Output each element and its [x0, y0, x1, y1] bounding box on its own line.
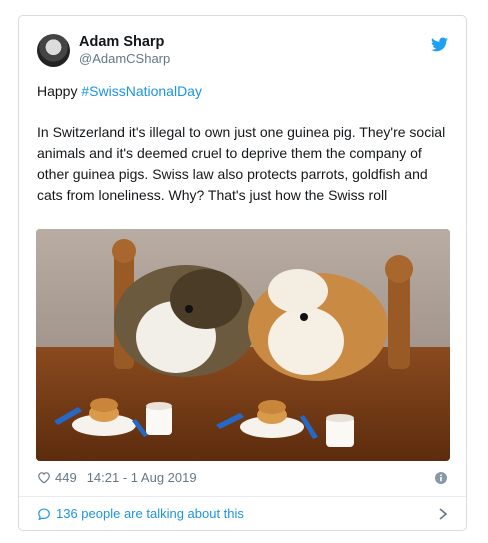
tweet-meta: 449 14:21 - 1 Aug 2019	[37, 470, 197, 485]
heart-icon[interactable]	[37, 471, 51, 484]
tweet-photo[interactable]	[36, 229, 450, 461]
timestamp[interactable]: 14:21 - 1 Aug 2019	[87, 470, 197, 485]
user-handle[interactable]: @AdamCSharp	[79, 51, 170, 66]
info-icon[interactable]	[435, 472, 447, 484]
footer-divider	[19, 496, 466, 497]
guinea-pigs-illustration	[36, 229, 450, 461]
tweet-body: In Switzerland it's illegal to own just …	[37, 124, 446, 203]
conversation-link[interactable]: 136 people are talking about this	[37, 506, 244, 521]
hashtag-link[interactable]: #SwissNationalDay	[81, 83, 202, 99]
greeting-text: Happy	[37, 83, 82, 99]
chevron-right-icon[interactable]	[438, 508, 448, 520]
talking-count-text[interactable]: 136 people are talking about this	[56, 506, 244, 521]
display-name[interactable]: Adam Sharp	[79, 34, 164, 50]
twitter-bird-icon[interactable]	[431, 37, 448, 52]
tweet-card: Adam Sharp @AdamCSharp Happy #SwissNatio…	[18, 15, 467, 531]
comment-icon	[38, 507, 50, 520]
like-count[interactable]: 449	[55, 470, 77, 485]
tweet-greeting-line: Happy #SwissNationalDay	[37, 83, 202, 99]
avatar[interactable]	[37, 34, 70, 67]
